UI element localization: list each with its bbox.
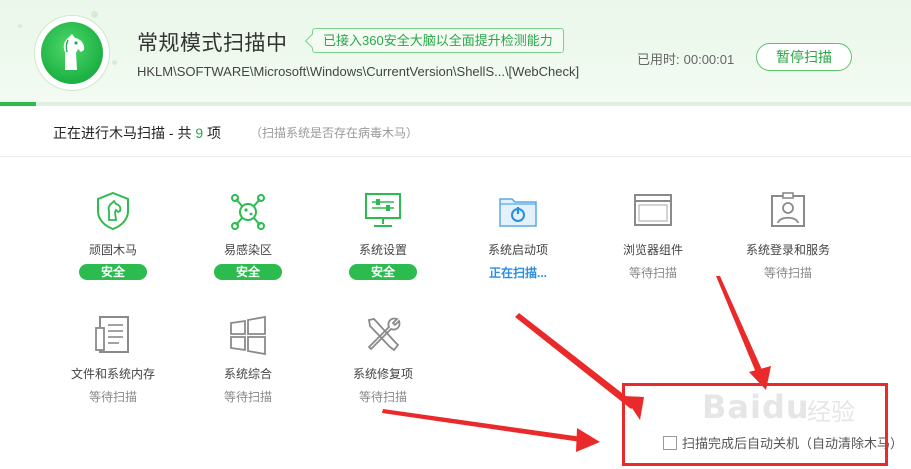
annotation-arrows	[382, 276, 771, 452]
annotation-arrow	[382, 409, 600, 452]
annotation-arrow	[716, 276, 771, 390]
annotation-arrow	[515, 313, 644, 420]
